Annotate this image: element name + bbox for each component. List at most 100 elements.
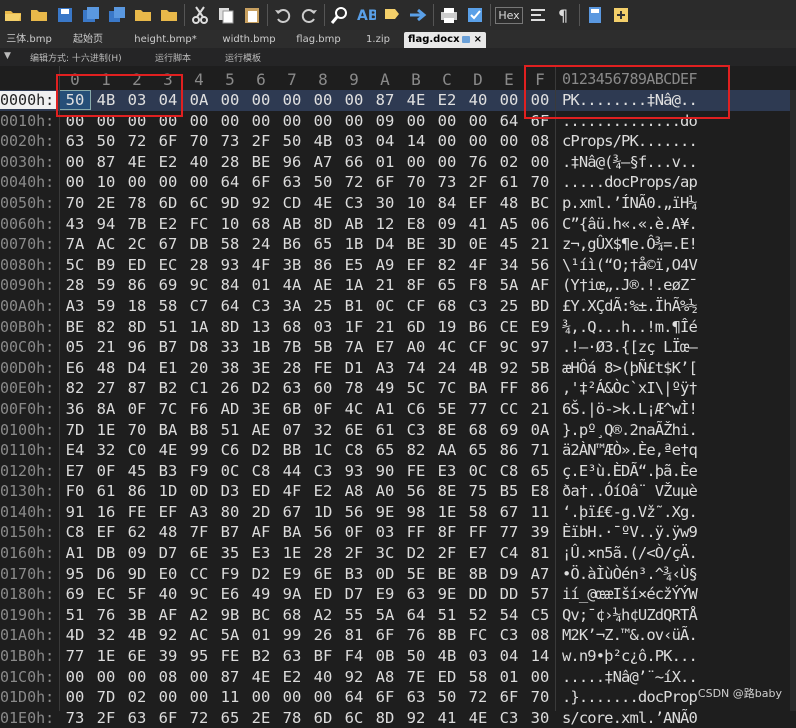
hex-byte[interactable]: 12 (370, 215, 400, 233)
hex-byte[interactable]: 40 (184, 153, 214, 171)
hex-byte[interactable]: 52 (463, 606, 493, 624)
hex-byte[interactable]: CF (401, 297, 431, 315)
hex-byte[interactable]: 49 (246, 585, 276, 603)
hex-byte[interactable]: 11 (215, 688, 245, 706)
hex-byte[interactable]: 6E (339, 421, 369, 439)
hex-byte[interactable]: CE (494, 318, 524, 336)
print-icon[interactable] (436, 2, 462, 28)
hex-byte[interactable]: DB (184, 235, 214, 253)
hex-byte[interactable]: EF (401, 256, 431, 274)
copy-icon[interactable] (213, 2, 239, 28)
hex-byte[interactable]: 61 (494, 173, 524, 191)
hex-byte[interactable]: 32 (91, 626, 121, 644)
hex-byte[interactable]: 4F (277, 482, 307, 500)
hex-byte[interactable]: D1 (339, 359, 369, 377)
hex-byte[interactable]: 0F (91, 462, 121, 480)
hex-byte[interactable]: 67 (494, 503, 524, 521)
ascii-text[interactable]: •Ö.àÌùÒén³.^¾‹Ù§ (562, 565, 698, 583)
hex-byte[interactable]: 6B (277, 400, 307, 418)
hex-byte[interactable]: 4E (308, 194, 338, 212)
hex-byte[interactable]: 03 (463, 647, 493, 665)
hex-byte[interactable]: 51 (60, 606, 90, 624)
hex-byte[interactable]: 8F (401, 276, 431, 294)
hex-byte[interactable]: 84 (215, 276, 245, 294)
close-tab-icon[interactable]: × (474, 34, 482, 45)
hex-byte[interactable]: A8 (370, 668, 400, 686)
hex-byte[interactable]: 65 (432, 276, 462, 294)
hex-byte[interactable]: E6 (60, 359, 90, 377)
hex-byte[interactable]: D8 (184, 338, 214, 356)
hex-byte[interactable]: 01 (370, 153, 400, 171)
hex-byte[interactable]: 6C (339, 709, 369, 727)
hex-byte[interactable]: 39 (525, 523, 555, 541)
redo-icon[interactable] (296, 2, 322, 28)
hex-byte[interactable]: 01 (246, 276, 276, 294)
hex-byte[interactable]: A7 (308, 153, 338, 171)
hex-byte[interactable]: 7D (91, 688, 121, 706)
hex-byte[interactable]: 2C (122, 235, 152, 253)
hex-byte[interactable]: 4A (277, 276, 307, 294)
hex-byte[interactable]: 04 (494, 647, 524, 665)
hex-byte[interactable]: 02 (494, 153, 524, 171)
hex-byte[interactable]: 8D (308, 215, 338, 233)
hex-row[interactable]: 0180h: 69 EC 5F 40 9C E6 49 9A ED D7 E9 63 9E DD DD 57 ií… (0, 584, 796, 605)
hex-byte[interactable]: 07 (277, 421, 307, 439)
hex-byte[interactable]: 68 (463, 421, 493, 439)
hex-byte[interactable]: E8 (525, 482, 555, 500)
hex-byte[interactable]: 04 (370, 132, 400, 150)
hex-byte[interactable]: 67 (153, 235, 183, 253)
hex-byte[interactable]: 1F (339, 318, 369, 336)
tab-5[interactable]: 1.zip (352, 32, 404, 48)
hex-byte[interactable]: C3 (463, 297, 493, 315)
hex-byte[interactable]: 36 (60, 400, 90, 418)
hex-byte[interactable]: 72 (184, 709, 214, 727)
hex-byte[interactable]: 8D (370, 709, 400, 727)
hex-byte[interactable]: 72 (463, 688, 493, 706)
hex-byte[interactable]: A3 (370, 359, 400, 377)
hex-byte[interactable]: 5C (60, 256, 90, 274)
hex-byte[interactable]: C7 (184, 297, 214, 315)
hex-byte[interactable]: 00 (432, 112, 462, 130)
hex-byte[interactable]: C8 (246, 462, 276, 480)
hex-row[interactable]: 0080h: 5C B9 ED EC 28 93 4F 3B 86 E5 A9 EF 82 4F 34 56 \¹… (0, 255, 796, 276)
hex-byte[interactable]: E0 (153, 565, 183, 583)
hex-byte[interactable]: 6F (153, 709, 183, 727)
hex-byte[interactable]: 62 (122, 523, 152, 541)
hex-byte[interactable]: AE (246, 421, 276, 439)
hex-byte[interactable]: 00 (60, 173, 90, 191)
hex-byte[interactable]: AF (246, 523, 276, 541)
hex-byte[interactable]: AD (215, 400, 245, 418)
hex-byte[interactable]: 5E (432, 400, 462, 418)
hex-byte[interactable]: 00 (277, 688, 307, 706)
hex-byte[interactable]: BE (401, 235, 431, 253)
hex-byte[interactable]: 91 (60, 503, 90, 521)
hex-byte[interactable]: 21 (370, 318, 400, 336)
ascii-text[interactable]: \¹íì(“O;†å©ï‚O4V (562, 256, 698, 274)
hex-byte[interactable]: 3C (370, 544, 400, 562)
hex-byte[interactable]: D2 (246, 379, 276, 397)
hex-byte[interactable]: 01 (246, 626, 276, 644)
hex-byte[interactable]: A5 (494, 215, 524, 233)
hex-byte[interactable]: 77 (60, 647, 90, 665)
hex-byte[interactable]: B7 (153, 338, 183, 356)
hex-byte[interactable]: D7 (339, 585, 369, 603)
hex-byte[interactable]: E7 (60, 462, 90, 480)
run-template-menu[interactable]: 运行模板 (225, 51, 261, 64)
hex-byte[interactable]: AF (525, 276, 555, 294)
hex-byte[interactable]: 00 (401, 112, 431, 130)
hex-byte[interactable]: E2 (153, 153, 183, 171)
hex-byte[interactable]: 95 (184, 647, 214, 665)
hex-byte[interactable]: 6C (184, 194, 214, 212)
hex-byte[interactable]: 9D (215, 194, 245, 212)
hex-byte[interactable]: 00 (525, 153, 555, 171)
hex-byte[interactable]: 41 (432, 709, 462, 727)
hex-byte[interactable]: 28 (277, 359, 307, 377)
hex-byte[interactable]: 65 (308, 235, 338, 253)
hex-byte[interactable]: 18 (122, 297, 152, 315)
hex-byte[interactable]: 3D (432, 235, 462, 253)
hex-byte[interactable]: 00 (463, 112, 493, 130)
hex-byte[interactable]: 00 (60, 668, 90, 686)
hex-byte[interactable]: B9 (91, 256, 121, 274)
hex-byte[interactable]: 16 (91, 503, 121, 521)
hex-byte[interactable]: 82 (401, 441, 431, 459)
